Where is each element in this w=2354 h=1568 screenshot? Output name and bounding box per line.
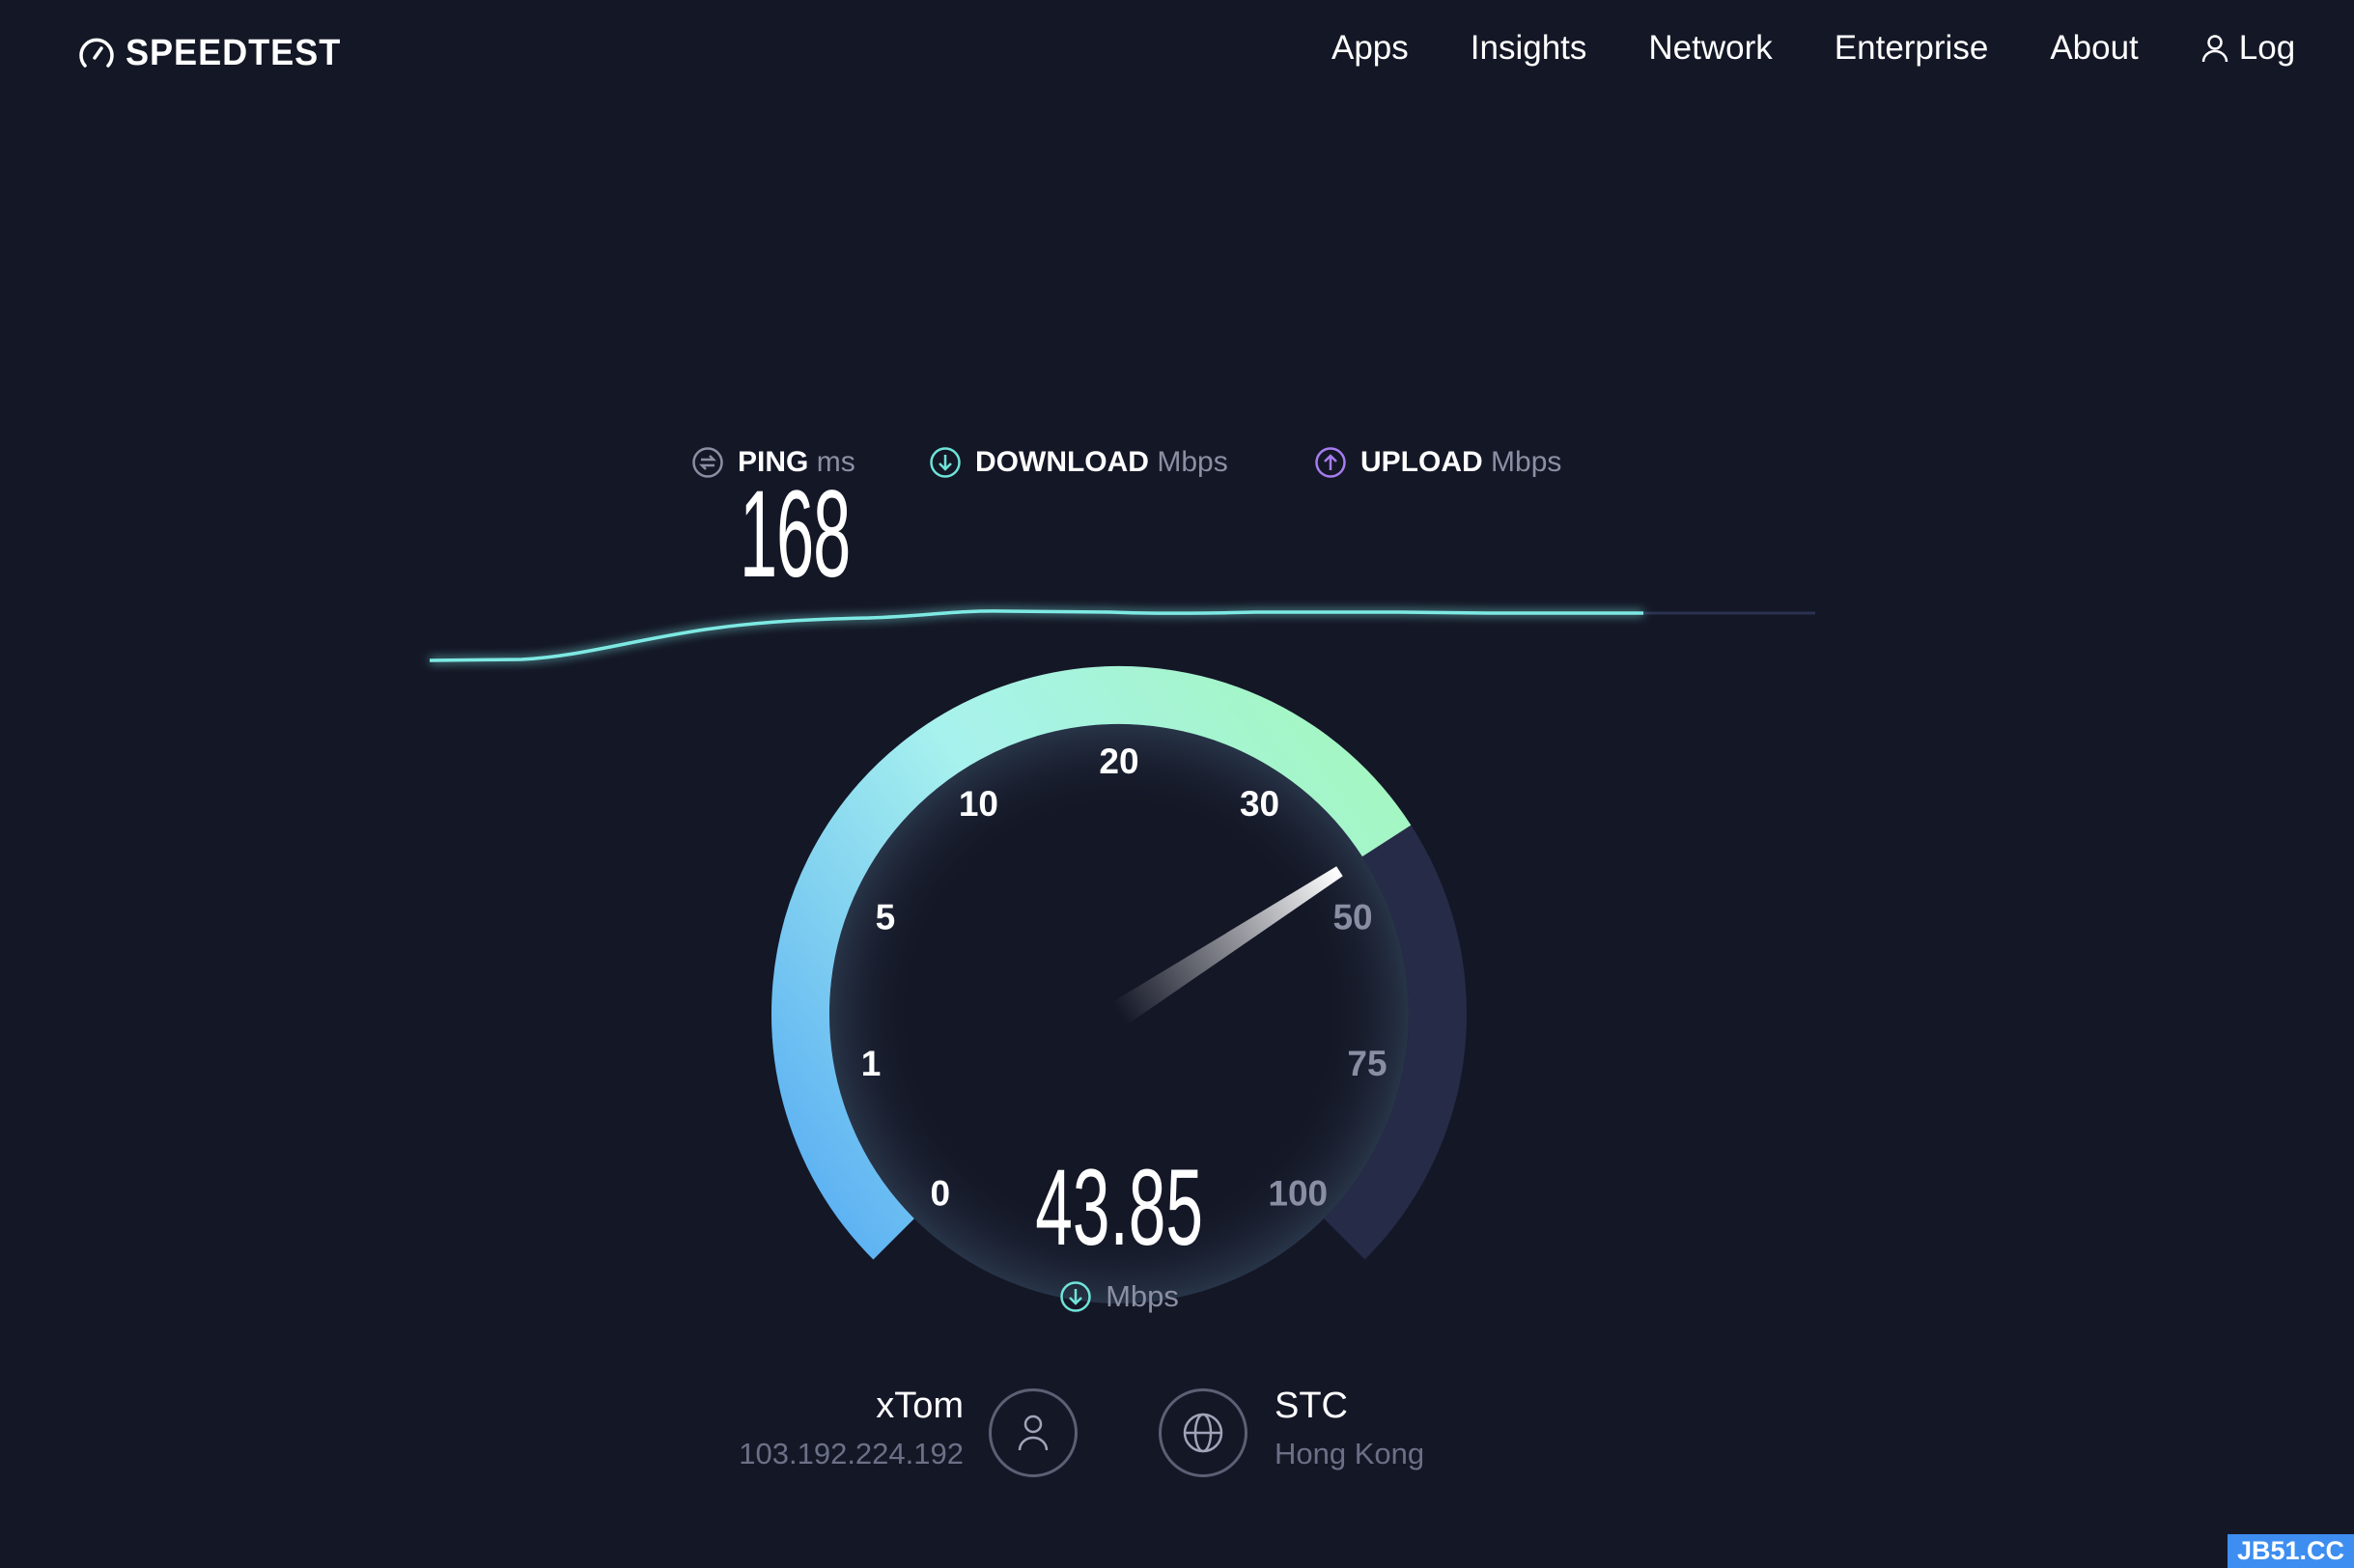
server-name: STC [1275, 1386, 1348, 1426]
gauge-tick-label: 1 [861, 1044, 882, 1083]
gauge-tick-label: 50 [1332, 898, 1372, 938]
download-icon [1060, 1281, 1091, 1312]
download-speed-unit: Mbps [1023, 1279, 1216, 1314]
gauge-tick-label: 75 [1347, 1044, 1387, 1083]
server-info[interactable]: STC Hong Kong [1275, 1386, 1424, 1471]
speed-gauge: 0151020305075100 [771, 666, 1467, 1303]
user-button[interactable] [989, 1388, 1078, 1477]
isp-ip: 103.192.224.192 [739, 1437, 964, 1470]
download-speed-value: 43.85 [926, 1154, 1312, 1262]
watermark: JB51.CC [2227, 1534, 2354, 1568]
gauge-tick-label: 5 [876, 898, 896, 938]
gauge-tick-label: 20 [1099, 742, 1138, 781]
server-button[interactable] [1159, 1388, 1247, 1477]
isp-name: xTom [876, 1386, 964, 1426]
globe-icon [1183, 1413, 1223, 1453]
user-icon [1018, 1414, 1049, 1451]
isp-info: xTom 103.192.224.192 [739, 1386, 964, 1471]
download-speed-text: 43.85 [1035, 1147, 1203, 1268]
gauge-tick-label: 30 [1240, 784, 1279, 824]
speed-unit-label: Mbps [1106, 1279, 1179, 1313]
gauge-tick-label: 10 [959, 784, 998, 824]
server-location: Hong Kong [1275, 1437, 1425, 1470]
